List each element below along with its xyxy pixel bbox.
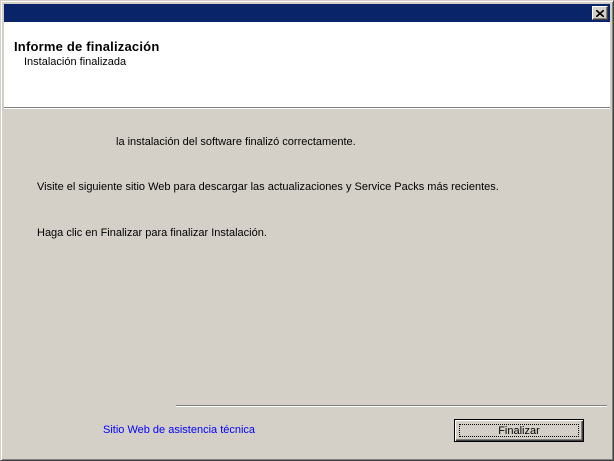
dialog-header: Informe de finalización Instalación fina… [4,22,610,108]
title-bar[interactable] [4,4,610,22]
updates-message: Visite el siguiente sitio Web para desca… [37,181,499,193]
close-icon [596,9,604,17]
installer-dialog: Informe de finalización Instalación fina… [0,0,614,461]
finish-button[interactable]: Finalizar [454,419,584,442]
success-message: la instalación del software finalizó cor… [116,136,356,148]
finish-instruction: Haga clic en Finalizar para finalizar In… [37,227,267,239]
focus-ring [459,424,579,437]
page-subtitle: Instalación finalizada [24,56,127,68]
header-divider [4,108,610,109]
page-title: Informe de finalización [14,39,160,54]
footer-divider [176,405,607,407]
close-button[interactable] [592,6,608,20]
support-website-link[interactable]: Sitio Web de asistencia técnica [103,424,255,436]
